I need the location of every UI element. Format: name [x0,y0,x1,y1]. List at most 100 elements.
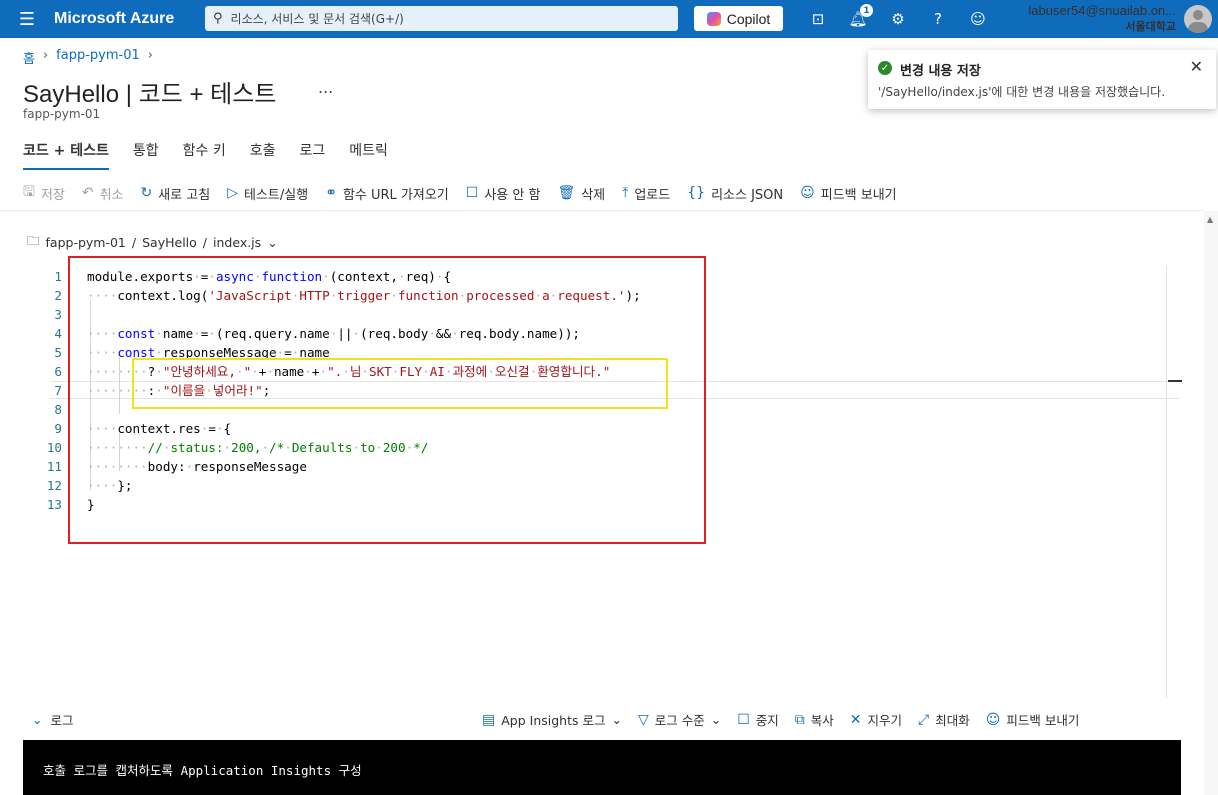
feedback-icon[interactable]: ☺ [967,8,989,30]
folder-icon: 🗀 [27,233,40,248]
discard-label: 취소 [99,187,124,203]
breadcrumb-resource[interactable]: fapp-pym-01 [56,48,140,67]
tab-code-test[interactable]: 코드 + 테스트 [23,138,109,170]
user-account[interactable]: labuser54@snuailab.on... 서울대학교 [1028,3,1176,34]
search-icon: ⚲ [213,11,223,26]
logs-feedback-label: 피드백 보내기 [1006,713,1080,728]
toolbar-divider [0,210,1204,211]
search-placeholder: 리소스, 서비스 및 문서 검색(G+/) [230,12,404,26]
clear-button[interactable]: ✕ 지우기 [850,710,902,729]
delete-button[interactable]: 🗑︎ 삭제 [557,184,605,203]
bell-icon[interactable]: 🔔︎ 1 [847,4,873,30]
tab-function-keys[interactable]: 함수 키 [183,138,226,170]
refresh-icon: ↻ [140,185,153,201]
notification-badge: 1 [860,4,873,17]
upload-icon: ⤒ [622,185,629,201]
more-options-button[interactable]: ... [318,78,333,97]
brand-title[interactable]: Microsoft Azure [54,10,204,28]
refresh-label: 새로 고침 [158,187,211,203]
discard-button[interactable]: ↶ 취소 [82,184,124,203]
save-label: 저장 [40,187,65,203]
refresh-button[interactable]: ↻ 새로 고침 [141,184,211,203]
function-tabs: 코드 + 테스트 통합 함수 키 호출 로그 메트릭 [23,138,412,170]
copy-button[interactable]: ⧉ 복사 [795,710,834,729]
stop-button[interactable]: ☐ 중지 [737,710,779,729]
chevron-right-icon: › [42,48,49,63]
save-button[interactable]: 🖫 저장 [23,181,65,205]
chevron-right-icon: › [147,48,153,63]
help-icon[interactable]: ? [927,8,949,30]
search-input[interactable]: ⚲ 리소스, 서비스 및 문서 검색(G+/) [205,6,678,31]
feedback-icon: ☺ [800,185,815,201]
logs-feedback-button[interactable]: ☺ 피드백 보내기 [986,710,1080,729]
logs-title: 로그 [50,713,74,728]
command-bar: 🖫 저장 ↶ 취소 ↻ 새로 고침 ▷ 테스트/실행 ⚭ 함수 URL 가져오기 ☐ 사용 … [23,181,914,205]
copilot-icon [706,11,721,26]
send-feedback-button[interactable]: ☺ 피드백 보내기 [800,184,897,203]
logs-toggle[interactable]: ⌄ 로그 [32,710,74,729]
disable-button[interactable]: ☐ 사용 안 함 [466,184,541,203]
send-feedback-label: 피드백 보내기 [820,187,897,203]
chevron-down-icon: ⌄ [611,712,622,727]
file-selector[interactable]: index.js [213,235,261,250]
copy-icon: ⧉ [794,711,805,728]
upload-button[interactable]: ⤒ 업로드 [622,184,670,203]
page-scrollbar[interactable]: ▲ [1204,211,1218,795]
app-insights-label: App Insights 로그 [501,713,606,728]
filepath-app: fapp-pym-01 [45,235,126,250]
gear-icon[interactable]: ⚙ [887,8,909,30]
scroll-up-icon[interactable]: ▲ [1207,215,1215,225]
link-icon: ⚭ [325,185,337,201]
breadcrumb-home[interactable]: 홈 [23,48,35,67]
stop-label: 중지 [755,713,779,728]
copilot-button[interactable]: Copilot [694,6,783,31]
minimap-border [1166,266,1167,698]
chevron-down-icon[interactable]: ⌄ [267,235,277,250]
feedback-icon: ☺ [985,711,1001,728]
maximize-label: 최대화 [935,713,970,728]
test-run-label: 테스트/실행 [244,187,309,203]
delete-label: 삭제 [581,187,606,203]
tab-integration[interactable]: 통합 [133,138,159,170]
page-subtitle: fapp-pym-01 [23,107,101,121]
maximize-button[interactable]: ⤢ 최대화 [918,710,970,729]
stop-icon: ☐ [737,711,750,728]
log-level-label: 로그 수준 [654,713,705,728]
cloud-shell-icon[interactable]: ⊡ [807,8,829,30]
avatar[interactable] [1184,5,1212,33]
user-name: labuser54@snuailab.on... [1028,3,1176,18]
chevron-down-icon: ⌄ [710,712,722,727]
filepath-function: SayHello [142,235,197,250]
breadcrumb: 홈 › fapp-pym-01 › [23,48,153,67]
resource-json-button[interactable]: {} 리소스 JSON [687,184,783,203]
resource-json-label: 리소스 JSON [711,187,784,203]
check-icon: ✓ [878,61,892,75]
play-icon: ▷ [227,185,239,201]
logs-toolbar: ⌄ 로그 ▤ App Insights 로그 ⌄ ▽ 로그 수준 ⌄ ☐ 중지 ⧉ 복사 ✕… [32,710,1180,730]
tab-metrics[interactable]: 메트릭 [349,138,388,170]
get-function-url-button[interactable]: ⚭ 함수 URL 가져오기 [325,184,449,203]
chevron-down-icon: ⌄ [32,712,43,727]
undo-icon: ↶ [81,185,94,201]
trash-icon: 🗑︎ [557,185,576,201]
file-path-breadcrumb: 🗀 fapp-pym-01 / SayHello / index.js ⌄ [27,232,278,253]
checkbox-icon: ☐ [465,185,479,201]
upload-label: 업로드 [634,187,671,203]
page-title: SayHello | 코드 + 테스트 [23,81,277,108]
document-icon: ▤ [482,711,496,728]
app-insights-logs-dropdown[interactable]: ▤ App Insights 로그 ⌄ [482,710,622,729]
test-run-button[interactable]: ▷ 테스트/실행 [227,184,308,203]
overview-ruler-cursor [1168,380,1182,382]
filter-icon: ▽ [637,711,649,728]
user-org: 서울대학교 [1125,21,1176,33]
toast-title: 변경 내용 저장 [900,64,981,79]
log-console[interactable]: 호출 로그를 캡처하도록 Application Insights 구성 [23,740,1181,795]
menu-icon[interactable]: ☰ [0,0,54,38]
tab-invocations[interactable]: 호출 [250,138,276,170]
tab-logs[interactable]: 로그 [300,138,326,170]
clear-label: 지우기 [867,713,903,728]
copilot-label: Copilot [726,10,771,27]
disable-label: 사용 안 함 [484,187,541,203]
log-level-dropdown[interactable]: ▽ 로그 수준 ⌄ [638,710,721,729]
close-icon[interactable]: ✕ [1190,57,1203,76]
